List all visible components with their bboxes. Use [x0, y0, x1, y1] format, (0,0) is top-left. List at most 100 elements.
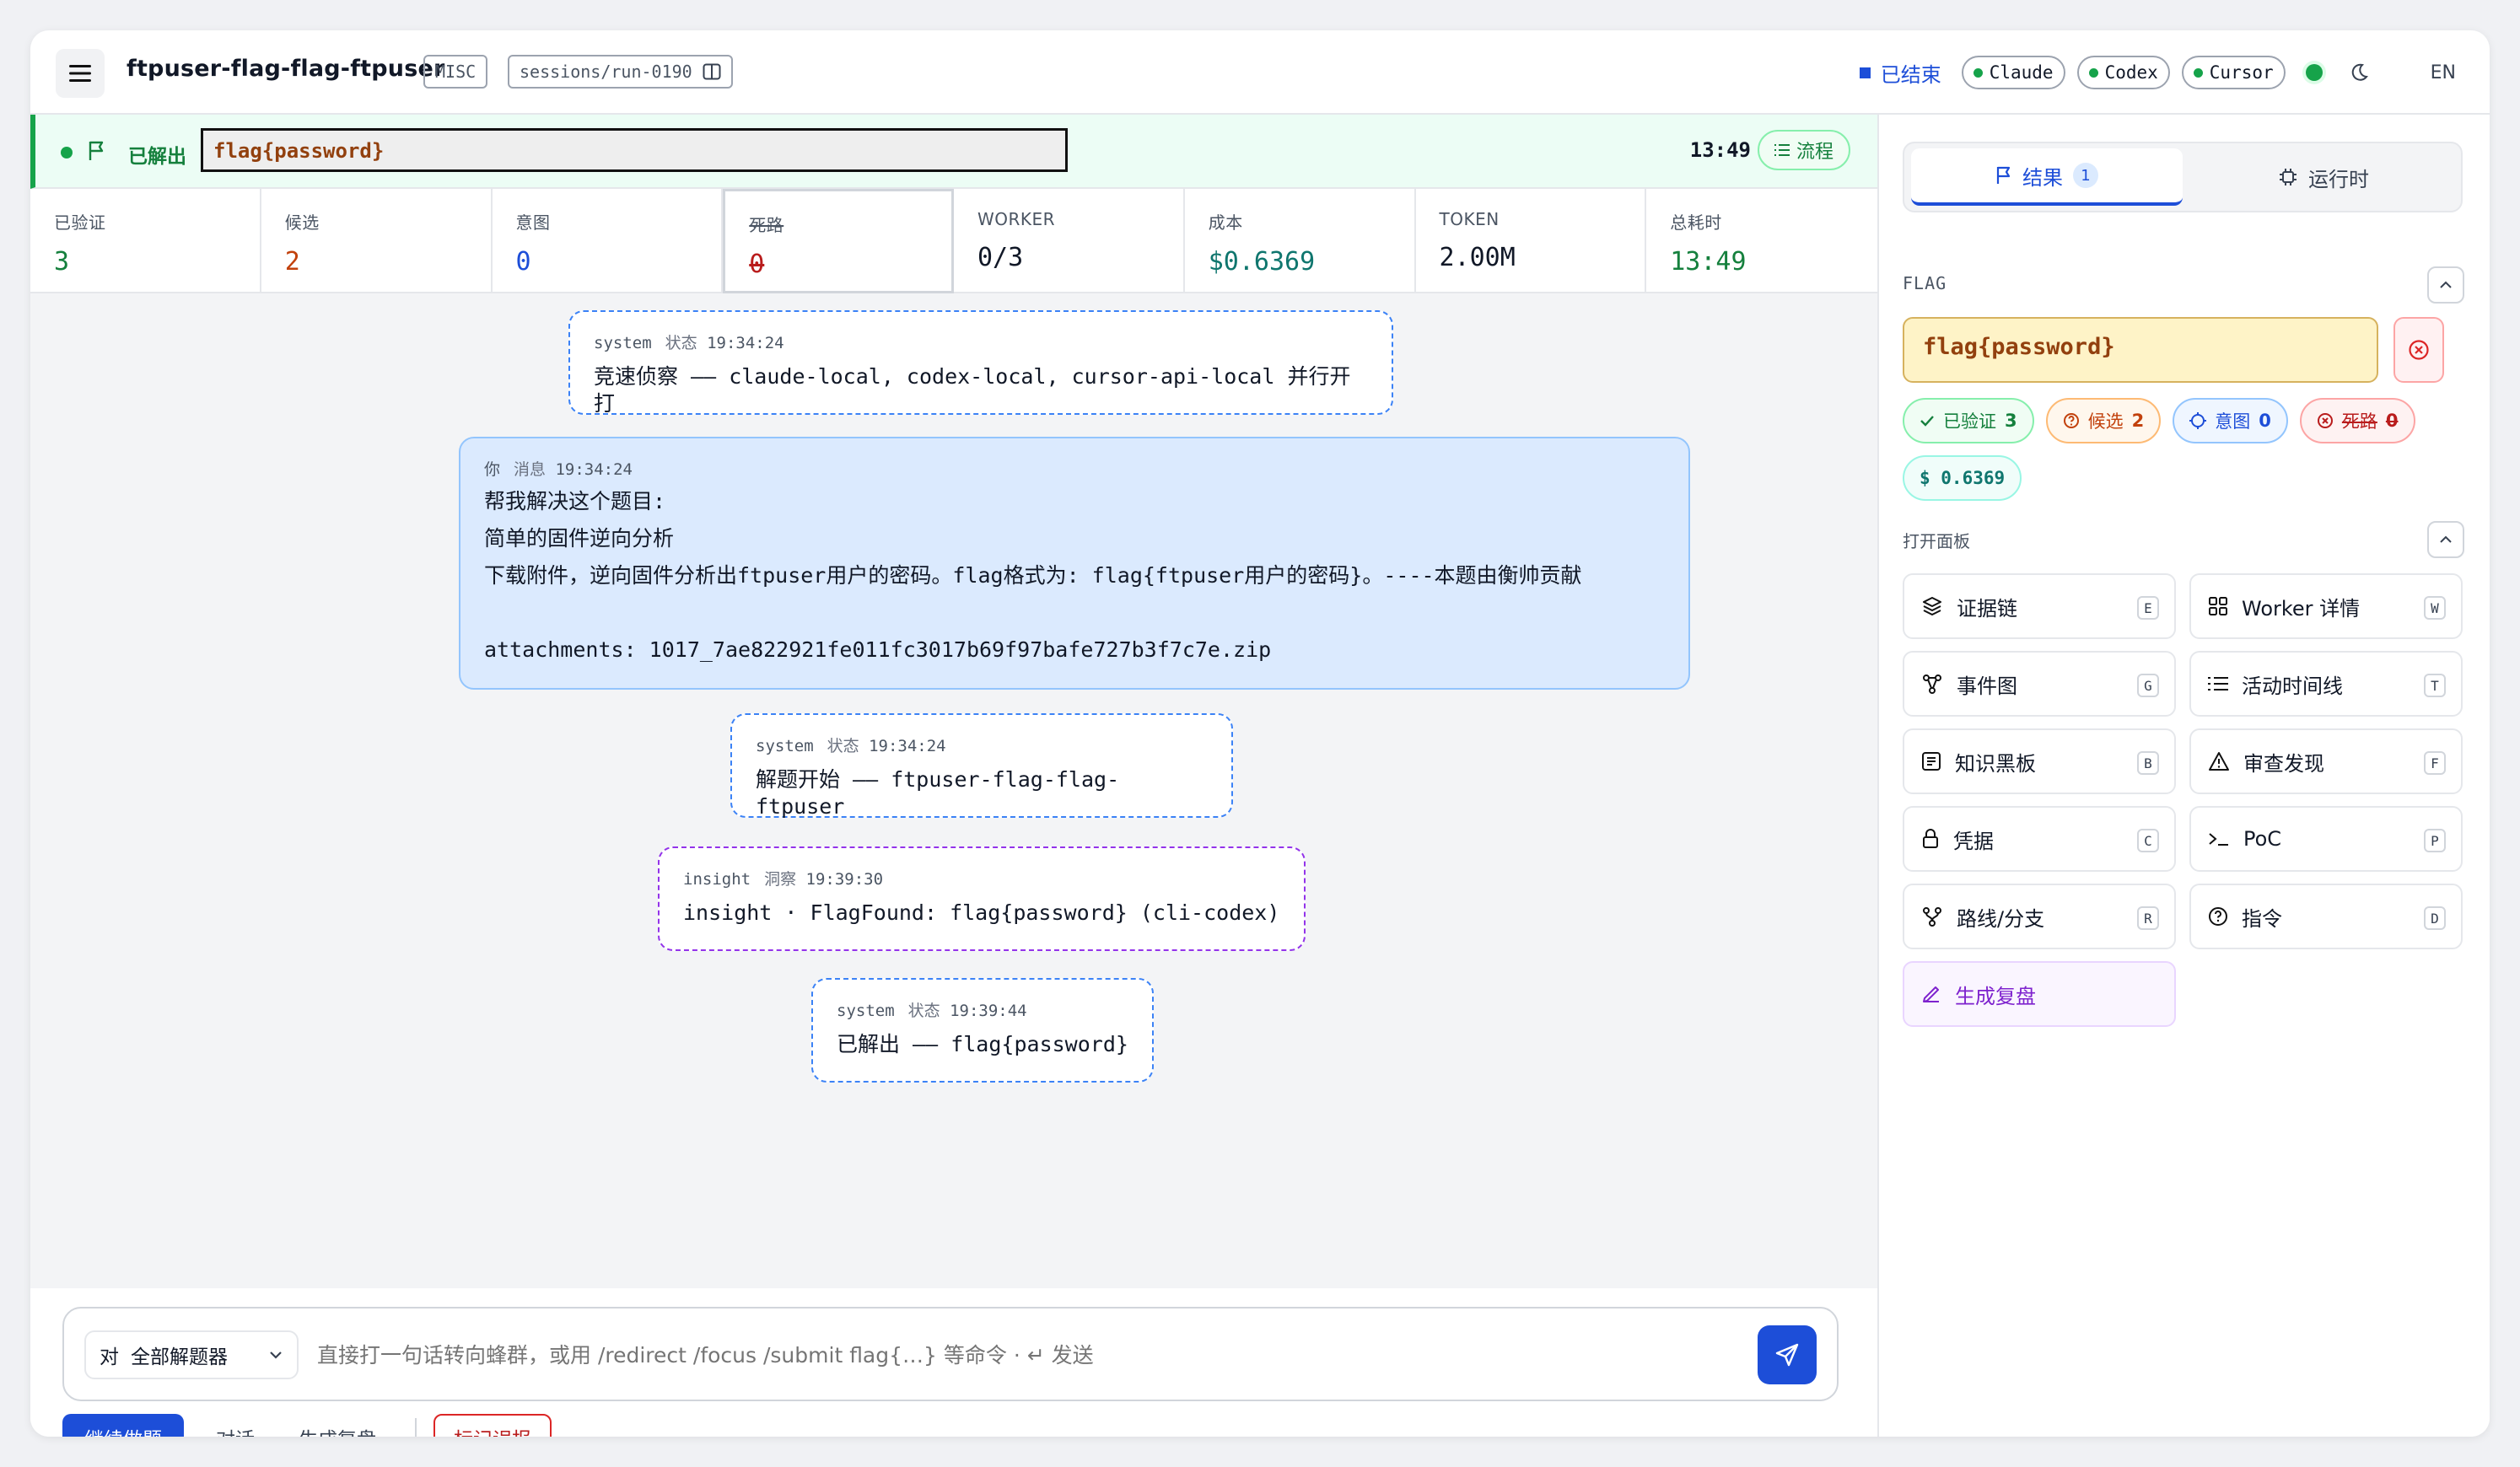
agent-chip-claude[interactable]: Claude [1961, 56, 2065, 89]
moon-icon[interactable] [2350, 63, 2368, 82]
pill-count: 0 [2259, 411, 2271, 431]
panel-routes-branches-button[interactable]: 路线/分支 R [1903, 884, 2176, 949]
pill-label: $ 0.6369 [1920, 468, 2006, 488]
message-system: system 状态 19:39:44 已解出 —— flag{password} [811, 978, 1154, 1083]
shortcut-key: B [2137, 751, 2159, 775]
panel-worker-details-button[interactable]: Worker 详情 W [2189, 573, 2463, 639]
send-button[interactable] [1758, 1325, 1817, 1384]
stat-value: 0 [515, 247, 531, 277]
agent-name: Cursor [2209, 62, 2274, 83]
continue-button[interactable]: 继续做题 [62, 1414, 184, 1437]
layers-icon [1923, 597, 1941, 615]
flag-value-field[interactable]: flag{password} [201, 128, 1068, 172]
msg-time: 19:34:24 [555, 460, 633, 479]
stat-value: 0/3 [977, 243, 1024, 272]
pencil-icon [1923, 986, 1939, 1002]
pill-candidate[interactable]: 候选 2 [2045, 398, 2162, 443]
panel-label: 证据链 [1957, 596, 2017, 621]
online-dot-icon [2193, 67, 2203, 78]
msg-text: 竞速侦察 —— claude-local, codex-local, curso… [594, 364, 1351, 416]
shortcut-key: D [2424, 906, 2446, 930]
panel-label: 审查发现 [2243, 751, 2324, 776]
panel-activity-timeline-button[interactable]: 活动时间线 T [2189, 651, 2463, 717]
target-prefix: 对 [100, 1346, 119, 1368]
target-select[interactable]: 对 全部解题器 [84, 1330, 299, 1379]
collapse-flag-button[interactable] [2427, 266, 2464, 304]
panel-directives-button[interactable]: 指令 D [2189, 884, 2463, 949]
msg-time: 19:34:24 [869, 737, 946, 755]
target-icon [2189, 412, 2207, 429]
action-bar: 继续做题 对话 生成复盘 标记误报 [62, 1413, 552, 1437]
pill-deadend[interactable]: 死路 0 [2299, 398, 2415, 443]
chevron-down-icon [270, 1351, 282, 1359]
shortcut-key: E [2137, 596, 2159, 620]
tab-runtime[interactable]: 运行时 [2191, 148, 2456, 206]
stat-value: 2 [284, 247, 300, 277]
pill-intent[interactable]: 意图 0 [2173, 398, 2288, 443]
panel-grid: 证据链 E Worker 详情 W 事件图 G 活动时间线 T 知识黑板 B 审查发现 F [1903, 573, 2464, 1027]
panel-event-graph-button[interactable]: 事件图 G [1903, 651, 2176, 717]
panel-knowledge-board-button[interactable]: 知识黑板 B [1903, 728, 2176, 794]
divider [415, 1418, 417, 1437]
tab-results-label: 结果 [2022, 165, 2063, 190]
collapse-panels-button[interactable] [2427, 521, 2464, 558]
agent-chip-codex[interactable]: Codex [2076, 56, 2170, 89]
pill-count: 0 [2385, 411, 2399, 431]
elapsed-time: 13:49 [1689, 138, 1751, 162]
tab-results[interactable]: 结果 1 [1911, 148, 2183, 206]
language-toggle[interactable]: EN [2431, 62, 2456, 83]
stat-cell: TOKEN 2.00M [1416, 189, 1647, 293]
flag-display[interactable]: flag{password} [1903, 317, 2378, 383]
message-user: 你消息 19:34:24 帮我解决这个题目: 简单的固件逆向分析 下载附件，逆向… [459, 437, 1690, 690]
agent-chip-cursor[interactable]: Cursor [2181, 56, 2286, 89]
stat-cell: 意图 0 [493, 189, 724, 293]
stat-label: WORKER [977, 209, 1056, 229]
msg-text: insight · FlagFound: flag{password} (cli… [683, 900, 1280, 925]
panel-poc-button[interactable]: PoC P [2189, 806, 2463, 872]
command-input[interactable] [317, 1332, 1751, 1378]
terminal-icon [2209, 833, 2228, 846]
stat-cell: 成本 $0.6369 [1185, 189, 1416, 293]
stat-label: 总耗时 [1670, 212, 1722, 233]
flag-section-label: FLAG [1903, 273, 1947, 293]
msg-sender: 你 [484, 460, 501, 479]
msg-kind: 洞察 [764, 870, 797, 889]
panel-toggle-icon [703, 63, 721, 80]
stat-label: 成本 [1208, 212, 1243, 233]
false-report-button[interactable]: 标记误报 [433, 1414, 552, 1437]
close-circle-icon [2409, 340, 2429, 360]
chat-feed: system 状态 19:34:24 竞速侦察 —— claude-local, … [30, 293, 1877, 1288]
pill-label: 死路 [2341, 411, 2377, 432]
panel-label: PoC [2243, 827, 2282, 851]
review-button[interactable]: 生成复盘 [277, 1423, 398, 1437]
menu-button[interactable] [56, 49, 105, 98]
msg-kind: 消息 [514, 460, 547, 479]
side-panel: 结果 1 运行时 FLAG flag{password} 已验证 3 候选 2 [1877, 115, 2490, 1437]
pill-verified[interactable]: 已验证 3 [1903, 398, 2034, 443]
pill-count: 3 [2005, 411, 2017, 431]
side-tabs: 结果 1 运行时 [1903, 142, 2463, 212]
tab-runtime-label: 运行时 [2308, 167, 2369, 191]
shortcut-key: P [2424, 829, 2446, 852]
main-pane: 已解出 flag{password} 13:49 流程 已验证 3 候选 2 意图 0 死路… [30, 115, 1877, 1437]
run-status: 已结束 [1859, 58, 1941, 88]
session-path-chip[interactable]: sessions/run-0190 [508, 55, 733, 89]
online-dot-icon [1973, 67, 1983, 78]
stat-value: 0 [749, 250, 765, 279]
msg-text: 已解出 —— flag{password} [837, 1032, 1128, 1056]
generate-review-button[interactable]: 生成复盘 [1903, 961, 2176, 1027]
stat-cell: 死路 0 [723, 189, 954, 293]
panel-review-findings-button[interactable]: 审查发现 F [2189, 728, 2463, 794]
pill-cost[interactable]: $ 0.6369 [1903, 455, 2022, 501]
status-square-icon [1859, 67, 1871, 78]
chat-button[interactable]: 对话 [194, 1423, 277, 1437]
msg-sender: system [756, 737, 814, 755]
panel-evidence-chain-button[interactable]: 证据链 E [1903, 573, 2176, 639]
stat-label: 候选 [284, 212, 320, 233]
list-icon [1774, 144, 1790, 156]
panel-credentials-button[interactable]: 凭据 C [1903, 806, 2176, 872]
clear-flag-button[interactable] [2393, 317, 2444, 383]
stat-label: 意图 [515, 212, 551, 233]
flow-button[interactable]: 流程 [1758, 130, 1850, 170]
branch-icon [1923, 907, 1941, 927]
